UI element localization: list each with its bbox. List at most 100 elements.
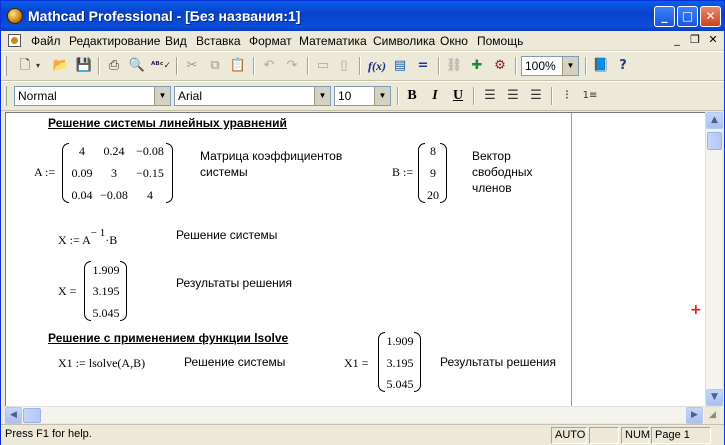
x-definition-region[interactable]: X := A− 1·B — [58, 227, 117, 248]
align-center-icon[interactable]: ☰ — [503, 86, 523, 106]
x-result-cell[interactable]: 5.045 — [89, 306, 123, 321]
menu-edit[interactable]: Редактирование — [69, 34, 160, 48]
worksheet[interactable]: Решение системы линейных уравнений A := … — [5, 112, 705, 406]
x1-result-description[interactable]: Результаты решения — [440, 354, 556, 370]
underline-button[interactable]: U — [448, 86, 468, 106]
italic-button[interactable]: I — [425, 86, 445, 106]
section-header-linear-system[interactable]: Решение системы линейных уравнений — [48, 116, 287, 130]
bullet-list-icon[interactable]: ⁝ — [557, 86, 577, 106]
vector-b-cell[interactable]: 20 — [423, 188, 443, 203]
vector-b-description-line1[interactable]: Вектор — [472, 148, 511, 164]
mdi-minimize-button[interactable]: _ — [670, 33, 684, 47]
insert-unit-icon[interactable]: ▤ — [390, 56, 410, 76]
matrix-a-cell[interactable]: −0.08 — [132, 144, 168, 159]
zoom-select[interactable]: 100% ▼ — [521, 56, 579, 76]
calculate-icon[interactable]: = — [413, 56, 433, 76]
save-icon[interactable]: 💾 — [74, 56, 94, 76]
mdi-restore-button[interactable]: ❐ — [688, 33, 702, 47]
matrix-a-cell[interactable]: 0.09 — [68, 166, 96, 181]
insert-hyperlink-icon[interactable]: ⛓ — [444, 56, 464, 76]
title-bar[interactable]: Mathcad Professional - [Без названия:1] … — [1, 1, 724, 31]
x1-result-cell[interactable]: 1.909 — [383, 334, 417, 349]
bold-button[interactable]: B — [402, 86, 422, 106]
print-preview-icon[interactable]: 🔍 — [127, 56, 147, 76]
document-icon[interactable] — [8, 34, 21, 47]
menu-insert[interactable]: Вставка — [196, 34, 241, 48]
scroll-up-button[interactable]: ▲ — [706, 112, 723, 129]
matrix-a-description-line1[interactable]: Матрица коэффициентов — [200, 148, 342, 164]
chevron-down-icon[interactable]: ▼ — [562, 57, 578, 75]
numbered-list-icon[interactable]: 1≡ — [580, 86, 600, 106]
menu-math[interactable]: Математика — [299, 34, 367, 48]
align-left-icon[interactable]: ☰ — [480, 86, 500, 106]
cut-icon[interactable]: ✂ — [182, 56, 202, 76]
vertical-scroll-thumb[interactable] — [707, 132, 722, 150]
run-script-icon[interactable]: ⚙ — [490, 56, 510, 76]
matrix-a-label[interactable]: A := — [34, 165, 55, 180]
vector-b-cell[interactable]: 8 — [423, 144, 443, 159]
redo-icon[interactable]: ↷ — [282, 56, 302, 76]
menu-symbolics[interactable]: Символика — [373, 34, 435, 48]
align-across-icon[interactable]: ▭ — [313, 56, 333, 76]
menu-window[interactable]: Окно — [440, 34, 468, 48]
x-result-cell[interactable]: 3.195 — [89, 284, 123, 299]
matrix-a-cell[interactable]: −0.15 — [132, 166, 168, 181]
chevron-down-icon[interactable]: ▼ — [154, 87, 170, 105]
minimize-button[interactable]: _ — [654, 6, 675, 27]
vector-b-description-line2[interactable]: свободных — [472, 164, 532, 180]
toolbar-grip[interactable] — [4, 56, 7, 76]
new-document-icon[interactable]: 🗋 — [15, 56, 35, 76]
x1-definition[interactable]: X1 := lsolve(A,B) — [58, 356, 145, 371]
horizontal-scrollbar[interactable]: ◀ ▶ ◢ — [5, 406, 722, 424]
vector-b-description-line3[interactable]: членов — [472, 180, 512, 196]
matrix-a-cell[interactable]: 4 — [132, 188, 168, 203]
vector-b-label[interactable]: B := — [392, 165, 413, 180]
mdi-close-button[interactable]: ✕ — [706, 33, 720, 47]
scroll-left-button[interactable]: ◀ — [5, 407, 22, 424]
menu-help[interactable]: Помощь — [477, 34, 523, 48]
close-button[interactable]: ✕ — [700, 6, 721, 27]
chevron-down-icon[interactable]: ▼ — [314, 87, 330, 105]
x-result-label[interactable]: X = — [58, 284, 76, 299]
x1-result-label[interactable]: X1 = — [344, 356, 368, 371]
matrix-a-cell[interactable]: 0.24 — [97, 144, 131, 159]
menu-file[interactable]: Файл — [31, 34, 61, 48]
section-header-lsolve[interactable]: Решение с применением функции lsolve — [48, 331, 288, 345]
x1-definition-description[interactable]: Решение системы — [184, 354, 285, 370]
menu-format[interactable]: Формат — [249, 34, 292, 48]
x1-result-cell[interactable]: 3.195 — [383, 356, 417, 371]
menu-view[interactable]: Вид — [165, 34, 187, 48]
matrix-a-cell[interactable]: 0.04 — [68, 188, 96, 203]
align-right-icon[interactable]: ☰ — [526, 86, 546, 106]
font-select[interactable]: Arial ▼ — [174, 86, 331, 106]
vertical-scrollbar[interactable]: ▲ ▼ — [705, 112, 723, 406]
insert-function-icon[interactable]: f(x) — [367, 56, 387, 76]
spell-check-icon[interactable]: ᴬᴮᶜ✓ — [151, 56, 171, 76]
style-select[interactable]: Normal ▼ — [14, 86, 171, 106]
chevron-down-icon[interactable]: ▼ — [374, 87, 390, 105]
open-folder-icon[interactable]: 📂 — [51, 56, 71, 76]
new-dropdown-icon[interactable]: ▾ — [33, 56, 43, 76]
x-definition-description[interactable]: Решение системы — [176, 227, 277, 243]
matrix-a-cell[interactable]: −0.08 — [97, 188, 131, 203]
copy-icon[interactable]: ⧉ — [205, 56, 225, 76]
help-icon[interactable]: ? — [613, 56, 633, 76]
matrix-a-description-line2[interactable]: системы — [200, 164, 248, 180]
paste-icon[interactable]: 📋 — [228, 56, 248, 76]
insert-component-icon[interactable]: ✚ — [467, 56, 487, 76]
toolbar-grip[interactable] — [4, 86, 7, 106]
scroll-right-button[interactable]: ▶ — [686, 407, 703, 424]
matrix-a-cell[interactable]: 3 — [97, 166, 131, 181]
print-icon[interactable]: ⎙ — [104, 56, 124, 76]
size-grip-icon[interactable]: ◢ — [704, 407, 721, 424]
undo-icon[interactable]: ↶ — [259, 56, 279, 76]
x-result-cell[interactable]: 1.909 — [89, 263, 123, 278]
resource-center-icon[interactable]: 📘 — [591, 56, 611, 76]
matrix-a-cell[interactable]: 4 — [68, 144, 96, 159]
maximize-button[interactable]: □ — [677, 6, 698, 27]
horizontal-scroll-thumb[interactable] — [23, 408, 41, 423]
x-result-description[interactable]: Результаты решения — [176, 275, 292, 291]
scroll-down-button[interactable]: ▼ — [706, 389, 723, 406]
vector-b-cell[interactable]: 9 — [423, 166, 443, 181]
align-down-icon[interactable]: ▯ — [334, 56, 354, 76]
